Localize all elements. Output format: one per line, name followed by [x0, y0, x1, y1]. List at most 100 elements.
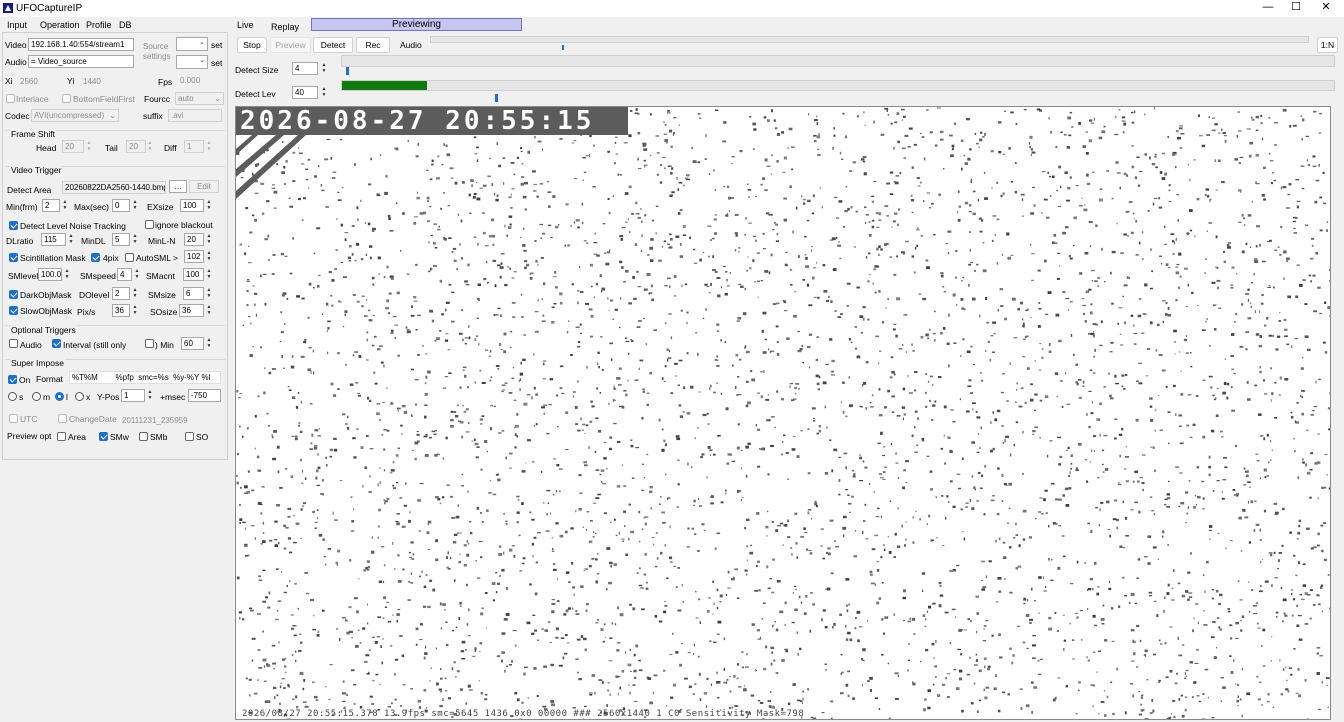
- tail-stepper[interactable]: ▲ ▼: [146, 140, 154, 153]
- detect-level-meter: [341, 80, 1335, 91]
- autosml-field[interactable]: 102: [184, 250, 204, 263]
- changedate-checkbox[interactable]: [58, 414, 67, 423]
- audio-source-field[interactable]: = Video_source: [28, 55, 134, 68]
- close-button[interactable]: ✕: [1312, 0, 1340, 17]
- suffix-field[interactable]: .avi: [168, 109, 222, 122]
- interval-min-checkbox[interactable]: [145, 339, 154, 348]
- autosml-stepper[interactable]: ▲ ▼: [205, 250, 213, 263]
- smspeed-field[interactable]: 4: [117, 268, 132, 281]
- maxsec-field[interactable]: 0: [112, 199, 130, 212]
- pixs-stepper[interactable]: ▲ ▼: [131, 304, 139, 317]
- tail-field[interactable]: 20: [126, 140, 146, 153]
- smacnt-field[interactable]: 100: [183, 268, 204, 281]
- video-source-field[interactable]: 192.168.1.40:554/stream1: [28, 38, 134, 51]
- detect-button[interactable]: Detect: [313, 37, 353, 53]
- detect-size-thumb[interactable]: [346, 67, 349, 75]
- size-l-radio[interactable]: [55, 392, 64, 401]
- ypos-stepper[interactable]: ▲ ▼: [146, 389, 154, 402]
- vertical-scrollbar[interactable]: [1332, 106, 1344, 720]
- video-set-button[interactable]: set: [211, 40, 222, 50]
- tab-db[interactable]: DB: [119, 20, 132, 30]
- preview-smw-checkbox[interactable]: [99, 432, 108, 441]
- head-stepper[interactable]: ▲ ▼: [85, 140, 93, 153]
- tab-profile[interactable]: Profile: [86, 20, 112, 30]
- detect-area-edit-button[interactable]: Edit: [189, 180, 219, 193]
- audio-set-button[interactable]: set: [211, 58, 222, 68]
- dlratio-field[interactable]: 115: [41, 233, 66, 246]
- smsize-field[interactable]: 6: [183, 287, 204, 300]
- preview-smb-checkbox[interactable]: [139, 432, 148, 441]
- audio-trigger-checkbox[interactable]: [9, 339, 18, 348]
- msec-field[interactable]: -750: [188, 389, 221, 402]
- ypos-field[interactable]: 1: [121, 389, 145, 402]
- source-settings-button[interactable]: Source settings: [143, 42, 173, 62]
- preview-so-checkbox[interactable]: [185, 432, 194, 441]
- diff-field[interactable]: 1: [184, 140, 204, 153]
- detect-size-slider[interactable]: [341, 55, 1335, 67]
- tab-replay[interactable]: Replay: [271, 22, 299, 32]
- bottomfieldfirst-checkbox[interactable]: [62, 94, 71, 103]
- detect-lev-stepper[interactable]: ▲ ▼: [320, 86, 328, 99]
- interlace-checkbox[interactable]: [6, 94, 15, 103]
- size-m-radio[interactable]: [32, 392, 41, 401]
- noise-tracking-checkbox[interactable]: [9, 221, 18, 230]
- mindl-field[interactable]: 5: [112, 233, 130, 246]
- minimize-button[interactable]: —: [1254, 0, 1282, 17]
- smsize-stepper[interactable]: ▲ ▼: [205, 287, 213, 300]
- tab-live[interactable]: Live: [237, 20, 254, 30]
- smspeed-stepper[interactable]: ▲ ▼: [133, 268, 141, 281]
- dlratio-stepper[interactable]: ▲ ▼: [67, 233, 75, 246]
- autosml-checkbox[interactable]: [125, 253, 134, 262]
- detect-area-browse-button[interactable]: ...: [169, 180, 187, 193]
- tab-input[interactable]: Input: [7, 20, 27, 30]
- minfrm-stepper[interactable]: ▲ ▼: [61, 199, 69, 212]
- fourcc-select[interactable]: auto ⌄: [175, 92, 224, 105]
- maxsec-stepper[interactable]: ▲ ▼: [131, 199, 139, 212]
- exsize-field[interactable]: 100: [180, 199, 204, 212]
- detect-lev-thumb[interactable]: [495, 94, 498, 102]
- detect-lev-field[interactable]: 40: [292, 86, 318, 99]
- sosize-stepper[interactable]: ▲ ▼: [205, 304, 213, 317]
- ignore-blackout-checkbox[interactable]: [145, 220, 154, 229]
- stop-button[interactable]: Stop: [237, 37, 267, 53]
- format-field[interactable]: %T%M %pfp smc=%s %y-%Y %l: [69, 371, 221, 384]
- interval-checkbox[interactable]: [52, 339, 61, 348]
- detect-area-field[interactable]: 20260822DA2560-1440.bmp: [62, 181, 166, 194]
- utc-checkbox[interactable]: [9, 414, 18, 423]
- dolevel-field[interactable]: 2: [112, 287, 130, 300]
- preview-area-checkbox[interactable]: [57, 432, 66, 441]
- minln-field[interactable]: 20: [184, 233, 204, 246]
- interval-min-field[interactable]: 60: [181, 337, 204, 350]
- maximize-button[interactable]: ☐: [1282, 0, 1310, 17]
- diff-stepper[interactable]: ▲ ▼: [205, 140, 213, 153]
- preview-button[interactable]: Preview: [270, 37, 311, 53]
- size-x-radio[interactable]: [75, 392, 84, 401]
- pixs-field[interactable]: 36: [112, 304, 130, 317]
- ratio-button[interactable]: 1:N: [1317, 37, 1338, 53]
- head-field[interactable]: 20: [62, 140, 84, 153]
- scintillation-mask-checkbox[interactable]: [9, 253, 18, 262]
- slowobj-mask-checkbox[interactable]: [9, 306, 18, 315]
- tab-operation[interactable]: Operation: [40, 20, 80, 30]
- minln-stepper[interactable]: ▲ ▼: [205, 233, 213, 246]
- minfrm-field[interactable]: 2: [42, 199, 60, 212]
- audio-level-slider[interactable]: [430, 36, 1309, 43]
- interval-min-stepper[interactable]: ▲ ▼: [205, 337, 213, 350]
- sosize-field[interactable]: 36: [179, 304, 204, 317]
- size-s-radio[interactable]: [8, 392, 17, 401]
- darkobj-mask-checkbox[interactable]: [9, 290, 18, 299]
- codec-select[interactable]: AVI(uncompressed) ⌄: [31, 109, 119, 122]
- exsize-stepper[interactable]: ▲ ▼: [205, 199, 213, 212]
- detect-size-field[interactable]: 4: [292, 62, 318, 75]
- detect-size-stepper[interactable]: ▲ ▼: [320, 62, 328, 75]
- rec-button[interactable]: Rec: [356, 37, 390, 53]
- superimpose-on-checkbox[interactable]: [8, 375, 17, 384]
- smlevel-field[interactable]: 100.0: [38, 268, 62, 281]
- video-source-select[interactable]: ⌄: [176, 37, 208, 51]
- mindl-stepper[interactable]: ▲ ▼: [131, 233, 139, 246]
- audio-source-select[interactable]: ⌄: [176, 55, 208, 69]
- smacnt-stepper[interactable]: ▲ ▼: [205, 268, 213, 281]
- dolevel-stepper[interactable]: ▲ ▼: [131, 287, 139, 300]
- fourpix-checkbox[interactable]: [91, 253, 100, 262]
- smlevel-stepper[interactable]: ▲ ▼: [63, 268, 71, 281]
